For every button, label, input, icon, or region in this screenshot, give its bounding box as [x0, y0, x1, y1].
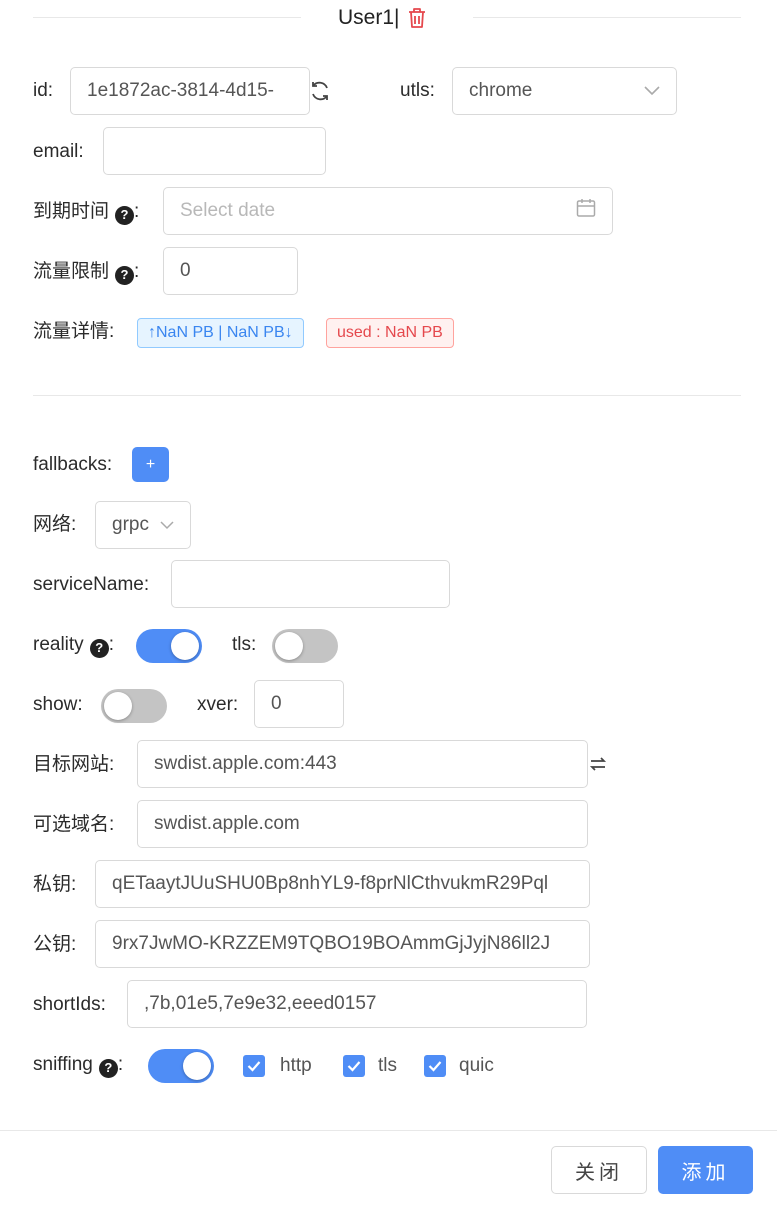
email-input[interactable]: [103, 127, 326, 175]
expiry-placeholder: Select date: [180, 200, 276, 221]
server-names-label: 可选域名:: [33, 814, 115, 835]
tls-switch[interactable]: [272, 629, 338, 663]
tls-label: tls:: [232, 634, 257, 655]
add-button[interactable]: 添加: [658, 1146, 753, 1194]
show-switch[interactable]: [101, 689, 167, 723]
reality-label: reality?:: [33, 633, 114, 658]
sniffing-switch[interactable]: [148, 1049, 214, 1083]
short-ids-label: shortIds:: [33, 994, 106, 1015]
target-label: 目标网站:: [33, 754, 115, 775]
network-select[interactable]: grpc: [95, 501, 191, 549]
close-button[interactable]: 关闭: [551, 1146, 647, 1194]
sniff-quic-checkbox[interactable]: [424, 1055, 446, 1077]
calendar-icon: [576, 198, 596, 224]
sniff-http-checkbox[interactable]: [243, 1055, 265, 1077]
utls-select-value: chrome: [469, 80, 533, 101]
private-key-input[interactable]: qETaaytJUuSHU0Bp8nhYL9-f8prNlCthvukmR29P…: [95, 860, 590, 908]
fallbacks-label: fallbacks:: [33, 454, 113, 475]
xver-input[interactable]: 0: [254, 680, 344, 728]
sniff-quic-label: quic: [459, 1055, 494, 1076]
check-icon: [247, 1061, 261, 1072]
id-input[interactable]: 1e1872ac-3814-4d15-: [70, 67, 310, 115]
check-icon: [428, 1061, 442, 1072]
sniff-tls-label: tls: [378, 1055, 397, 1076]
expiry-label: 到期时间?:: [33, 200, 139, 225]
sniff-http-label: http: [280, 1055, 312, 1076]
private-key-label: 私钥:: [33, 874, 77, 895]
service-name-label: serviceName:: [33, 574, 150, 595]
short-ids-input[interactable]: ,7b,01e5,7e9e32,eeed0157: [127, 980, 587, 1028]
chevron-down-icon: [160, 514, 174, 536]
help-icon[interactable]: ?: [89, 638, 109, 658]
target-input[interactable]: swdist.apple.com:443: [137, 740, 588, 788]
help-icon[interactable]: ?: [98, 1058, 118, 1078]
trash-icon[interactable]: [407, 7, 427, 29]
utls-select[interactable]: chrome: [452, 67, 677, 115]
traffic-detail-label: 流量详情:: [33, 321, 115, 342]
chevron-down-icon: [644, 80, 660, 102]
sniffing-label: sniffing?:: [33, 1053, 123, 1078]
public-key-input[interactable]: 9rx7JwMO-KRZZEM9TQBO19BOAmmGjJyjN86ll2J: [95, 920, 590, 968]
reality-switch[interactable]: [136, 629, 202, 663]
header-line-left: [33, 17, 301, 18]
expiry-date-picker[interactable]: Select date: [163, 187, 613, 235]
network-label: 网络:: [33, 514, 77, 535]
refresh-icon[interactable]: [309, 80, 331, 108]
service-name-input[interactable]: [171, 560, 450, 608]
client-title: User1|: [338, 6, 427, 30]
public-key-label: 公钥:: [33, 934, 77, 955]
add-fallback-button[interactable]: +: [132, 447, 169, 482]
show-label: show:: [33, 694, 83, 715]
client-title-text: User1|: [338, 6, 400, 29]
server-names-input[interactable]: swdist.apple.com: [137, 800, 588, 848]
network-select-value: grpc: [112, 514, 149, 535]
traffic-used-tag: used : NaN PB: [326, 318, 454, 348]
utls-label: utls:: [400, 80, 435, 101]
traffic-updown-tag: ↑NaN PB | NaN PB↓: [137, 318, 304, 348]
header-line-right: [473, 17, 741, 18]
section-divider: [33, 395, 741, 396]
xver-label: xver:: [197, 694, 239, 715]
email-label: email:: [33, 141, 84, 162]
traffic-limit-input[interactable]: 0: [163, 247, 298, 295]
sniff-tls-checkbox[interactable]: [343, 1055, 365, 1077]
help-icon[interactable]: ?: [115, 265, 135, 285]
id-label: id:: [33, 80, 54, 101]
check-icon: [347, 1061, 361, 1072]
help-icon[interactable]: ?: [115, 205, 135, 225]
swap-icon[interactable]: [589, 755, 607, 779]
traffic-limit-label: 流量限制?:: [33, 260, 139, 285]
footer-divider: [0, 1130, 777, 1131]
